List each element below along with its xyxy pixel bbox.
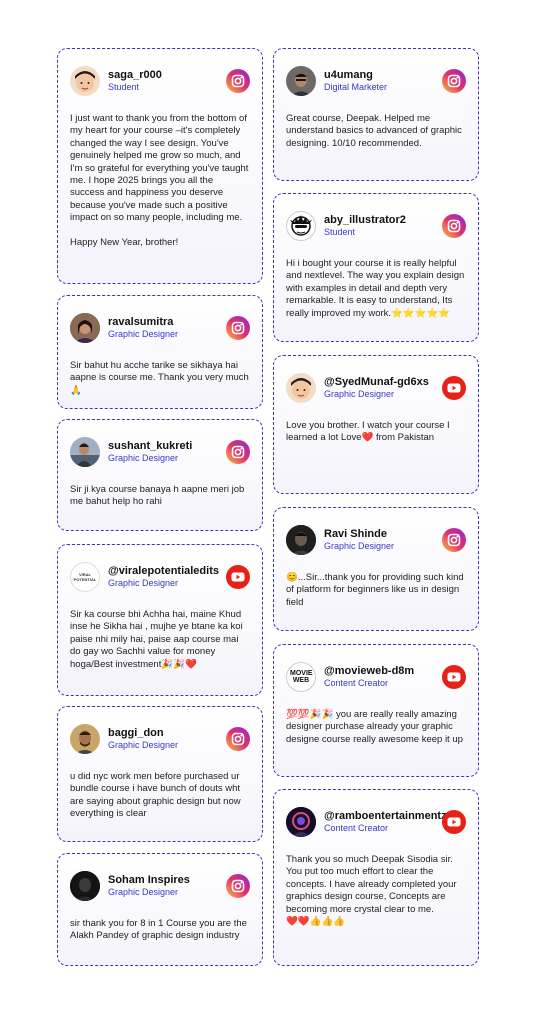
user-role: Content Creator [324,678,389,688]
testimonial-card: ravalsumitra Graphic Designer Sir bahut h… [57,295,263,409]
user-role: Student [108,82,140,92]
testimonial-text: Thank you so much Deepak Sisodia sir. Yo… [286,854,457,928]
youtube-icon[interactable] [226,565,250,589]
username: ravalsumitra [108,316,174,328]
testimonial-text: 💯💯🎉🎉 you are really really amazing desig… [286,709,463,745]
testimonial-card: @ramboentertainmentz Content Creator Than… [273,789,479,966]
instagram-icon[interactable] [442,528,466,552]
user-role: Graphic Designer [108,578,179,588]
testimonial-card: saga_r000 Student I just want to thank yo… [57,48,263,284]
user-role: Student [324,227,356,237]
avatar [286,211,316,241]
testimonial-text: Hi i bought your course it is really hel… [286,258,465,319]
user-role: Graphic Designer [108,740,179,750]
username: sushant_kukreti [108,440,193,452]
username: @viralepotentialedits [108,565,219,577]
avatar [286,807,316,837]
username: Ravi Shinde [324,528,387,540]
testimonial-card: baggi_don Graphic Designer u did nyc work… [57,706,263,842]
testimonial-card: u4umang Digital Marketer Great course, De… [273,48,479,181]
instagram-icon[interactable] [226,727,250,751]
avatar [70,871,100,901]
testimonial-card: MOVIE WEB @movieweb-d8m Content Creator 💯… [273,644,479,777]
avatar: MOVIE WEB [286,662,316,692]
testimonial-text: Love you brother. I watch your course I … [286,420,450,444]
youtube-icon[interactable] [442,376,466,400]
testimonial-card: VIRAL POTENTIAL @viralepotentialedits Gra… [57,544,263,696]
username: baggi_don [108,727,164,739]
user-role: Graphic Designer [324,541,395,551]
testimonial-text: Great course, Deepak. Helped me understa… [286,113,462,149]
testimonial-card: Soham Inspires Graphic Designer sir thank… [57,853,263,966]
avatar-logo-text: VIRAL POTENTIAL [73,572,97,582]
user-role: Graphic Designer [108,887,179,897]
user-role: Digital Marketer [324,82,388,92]
testimonial-text: I just want to thank you from the bottom… [70,113,249,249]
avatar [70,437,100,467]
avatar-logo-text: MOVIE WEB [290,670,313,684]
avatar [70,724,100,754]
instagram-icon[interactable] [226,69,250,93]
instagram-icon[interactable] [442,214,466,238]
username: saga_r000 [108,69,162,81]
avatar [286,525,316,555]
testimonial-card: @SyedMunaf-gd6xs Graphic Designer Love yo… [273,355,479,494]
user-role: Graphic Designer [324,389,395,399]
testimonial-card: sushant_kukreti Graphic Designer Sir ji k… [57,419,263,531]
testimonial-text: u did nyc work men before purchased ur b… [70,771,241,820]
instagram-icon[interactable] [226,874,250,898]
username: @movieweb-d8m [324,665,415,677]
avatar [70,313,100,343]
testimonial-card: Ravi Shinde Graphic Designer 😊...Sir...th… [273,507,479,631]
testimonial-card: aby_illustrator2 Student Hi i bought your… [273,193,479,342]
avatar: VIRAL POTENTIAL [70,562,100,592]
testimonial-text: sir thank you for 8 in 1 Course you are … [70,918,247,942]
user-role: Graphic Designer [108,453,179,463]
username: aby_illustrator2 [324,214,406,226]
testimonial-text: Sir ka course bhi Achha hai, maine Khud … [70,609,243,670]
username: Soham Inspires [108,874,190,886]
username: u4umang [324,69,373,81]
youtube-icon[interactable] [442,810,466,834]
username: @ramboentertainmentz [324,810,447,822]
instagram-icon[interactable] [442,69,466,93]
username: @SyedMunaf-gd6xs [324,376,429,388]
testimonial-text: Sir bahut hu acche tarike se sikhaya hai… [70,360,249,396]
user-role: Content Creator [324,823,389,833]
user-role: Graphic Designer [108,329,179,339]
testimonial-text: 😊...Sir...thank you for providing such k… [286,572,464,608]
avatar [286,66,316,96]
avatar [286,373,316,403]
youtube-icon[interactable] [442,665,466,689]
avatar [70,66,100,96]
testimonial-text: Sir ji kya course banaya h aapne meri jo… [70,484,245,508]
instagram-icon[interactable] [226,440,250,464]
instagram-icon[interactable] [226,316,250,340]
